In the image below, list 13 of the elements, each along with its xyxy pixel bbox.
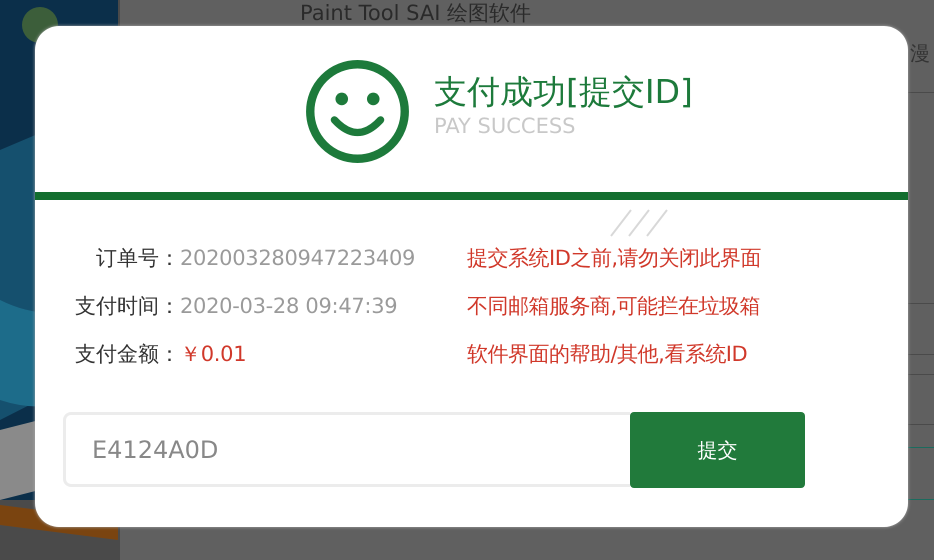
notice-text: 提交系统ID之前,请勿关闭此界面 bbox=[467, 245, 762, 272]
detail-label: 订单号： bbox=[95, 245, 180, 272]
detail-value: 202003280947223409 bbox=[180, 246, 416, 270]
notice-text: 软件界面的帮助/其他,看系统ID bbox=[467, 341, 748, 368]
notice-text: 不同邮箱服务商,可能拦在垃圾箱 bbox=[467, 293, 762, 320]
smiley-icon bbox=[305, 58, 410, 164]
id-input-field[interactable]: E4124A0D bbox=[63, 412, 630, 487]
dialog-title: 支付成功[提交ID] bbox=[434, 71, 693, 113]
submit-button[interactable]: 提交 bbox=[630, 412, 805, 488]
detail-value: 2020-03-28 09:47:39 bbox=[180, 294, 398, 318]
detail-value: ￥0.01 bbox=[180, 341, 246, 368]
detail-label: 支付时间： bbox=[74, 293, 180, 320]
detail-label: 支付金额： bbox=[74, 341, 180, 368]
